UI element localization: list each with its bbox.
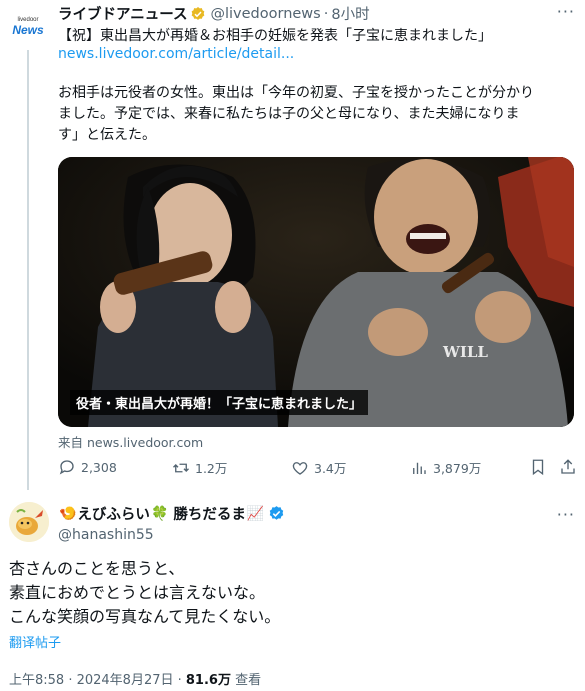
fried-shrimp-avatar-icon	[9, 502, 49, 542]
bookmark-icon	[532, 459, 544, 476]
tweet-more-options-icon[interactable]: ···	[557, 505, 575, 524]
shirt-print: WILL	[442, 343, 488, 361]
verified-org-badge-icon[interactable]	[190, 6, 206, 22]
parent-actions: 2,308 1.2万 3.4万 3,879万	[58, 458, 578, 480]
tweet-views-count: 81.6万	[185, 673, 231, 688]
parent-article-link[interactable]: news.livedoor.com/article/detail...	[58, 46, 294, 62]
display-name-part2: 勝ちだるま	[173, 507, 246, 523]
parent-headline: 【祝】東出昌大が再婚＆お相手の妊娠を発表「子宝に恵まれました」	[58, 28, 492, 44]
article-card-image[interactable]: WILL 役者・東出昌大が再婚！「子宝に恵まれました」	[58, 157, 574, 427]
views-chart-icon	[413, 462, 426, 474]
avatar-logo-bottom: News	[12, 22, 44, 37]
parent-timestamp[interactable]: 8小时	[331, 3, 369, 24]
tweet-body: 杏さんのことを思うと、 素直におめでとうとは言えないな。 こんな笑顔の写真なんて…	[9, 557, 280, 629]
views-count: 3,879万	[433, 461, 482, 476]
parent-display-name[interactable]: ライブドアニュース	[58, 3, 187, 24]
parent-body-line: す」と伝えた。	[58, 127, 156, 143]
clover-emoji-icon: 🍀	[150, 505, 169, 522]
shrimp-emoji-icon: 🍤	[59, 505, 77, 522]
reply-icon	[59, 460, 74, 475]
user-avatar[interactable]	[9, 502, 49, 542]
tweet-body-line: 素直におめでとうとは言えないな。	[9, 583, 266, 602]
more-options-icon[interactable]: ···	[557, 2, 575, 21]
reply-button[interactable]: 2,308	[58, 458, 117, 476]
user-display-name[interactable]: 🍤 えびふらい 🍀 勝ちだるま 📈	[58, 503, 285, 524]
tweet-body-line: こんな笑顔の写真なんて見たくない。	[9, 607, 281, 626]
like-count: 3.4万	[314, 461, 347, 476]
heart-icon	[292, 461, 308, 475]
like-button[interactable]: 3.4万	[291, 458, 346, 477]
parent-body-line: ました。予定では、来春に私たちは子の父と母になり、また夫婦になりま	[58, 106, 520, 122]
share-icon	[561, 459, 575, 474]
parent-handle[interactable]: @livedoornews	[210, 6, 320, 22]
reply-count: 2,308	[81, 459, 117, 475]
views-button[interactable]: 3,879万	[410, 458, 481, 477]
translate-post-link[interactable]: 翻译帖子	[9, 632, 61, 651]
retweet-icon	[173, 463, 189, 472]
parent-body: お相手は元役者の女性。東出は「今年の初夏、子宝を授かったことが分かり ました。予…	[58, 83, 576, 146]
tweet-meta: 上午8:58 · 2024年8月27日 · 81.6万 查看	[9, 669, 261, 688]
media-caption: 役者・東出昌大が再婚！「子宝に恵まれました」	[70, 390, 369, 415]
livedoor-news-avatar[interactable]: livedoor News	[9, 7, 47, 45]
chart-up-emoji-icon: 📈	[246, 505, 265, 522]
parent-separator: ·	[323, 5, 329, 22]
parent-tweet[interactable]: livedoor News ライブドアニュース @livedoornews · …	[0, 0, 585, 495]
user-handle[interactable]: @hanashin55	[58, 527, 154, 543]
display-name-part1: えびふらい	[77, 507, 150, 523]
tweet-body-line: 杏さんのことを思うと、	[9, 559, 185, 578]
parent-body-line: お相手は元役者の女性。東出は「今年の初夏、子宝を授かったことが分かり	[58, 85, 534, 101]
photo-illustration: WILL	[58, 157, 574, 427]
share-button[interactable]	[559, 458, 577, 476]
parent-header: ライブドアニュース @livedoornews · 8小时	[58, 3, 370, 24]
tweet-timestamp[interactable]: 上午8:58 · 2024年8月27日 ·	[9, 673, 186, 688]
bookmark-button[interactable]	[529, 458, 547, 476]
tweet-views-label: 查看	[230, 673, 262, 688]
verified-badge-icon[interactable]	[268, 505, 285, 522]
card-source[interactable]: 来自 news.livedoor.com	[58, 432, 203, 451]
retweet-button[interactable]: 1.2万	[172, 458, 227, 477]
retweet-count: 1.2万	[195, 461, 228, 476]
